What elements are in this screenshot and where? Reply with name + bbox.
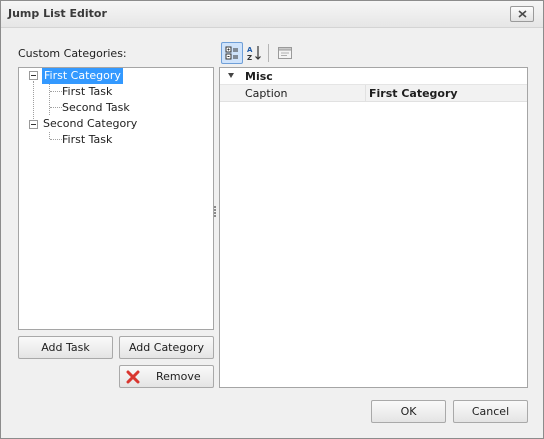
- tree-node-second-task[interactable]: Second Task: [62, 100, 130, 116]
- tree-connector: [50, 107, 62, 108]
- tree-connector: [50, 139, 62, 140]
- tree-connector: [50, 91, 62, 92]
- splitter-grip[interactable]: [214, 206, 217, 220]
- remove-label: Remove: [156, 370, 201, 383]
- add-category-button[interactable]: Add Category: [119, 336, 214, 359]
- property-pages-icon: [278, 47, 292, 59]
- alphabetical-sort-button[interactable]: A Z: [244, 42, 266, 64]
- property-value[interactable]: First Category: [369, 86, 458, 101]
- custom-categories-label: Custom Categories:: [18, 47, 127, 60]
- category-label: Misc: [245, 70, 273, 83]
- property-grid[interactable]: Misc Caption First Category: [219, 67, 528, 388]
- jump-list-editor-window: Jump List Editor Custom Categories: Firs…: [0, 0, 544, 439]
- window-title: Jump List Editor: [8, 7, 107, 20]
- column-divider: [365, 85, 366, 102]
- tree-connector: [49, 132, 50, 139]
- collapse-arrow-icon[interactable]: [228, 73, 234, 78]
- remove-icon: [126, 370, 140, 383]
- property-name: Caption: [245, 87, 288, 100]
- category-row-misc[interactable]: Misc: [220, 68, 527, 85]
- tree-node-first-category[interactable]: First Category: [42, 68, 123, 84]
- toolbar-separator: [268, 44, 269, 62]
- categories-tree[interactable]: First Category First Task Second Task Se…: [18, 67, 214, 330]
- add-task-button[interactable]: Add Task: [18, 336, 113, 359]
- property-row-caption[interactable]: Caption First Category: [220, 85, 527, 102]
- tree-node-first-task[interactable]: First Task: [62, 132, 112, 148]
- ok-button[interactable]: OK: [371, 400, 446, 423]
- remove-button[interactable]: Remove: [119, 365, 214, 388]
- cancel-button[interactable]: Cancel: [453, 400, 528, 423]
- categorized-view-icon: [225, 46, 238, 60]
- tree-connector: [49, 84, 50, 115]
- close-icon: [517, 10, 527, 18]
- collapse-toggle-icon[interactable]: [29, 120, 38, 129]
- tree-node-first-task[interactable]: First Task: [62, 84, 112, 100]
- collapse-toggle-icon[interactable]: [29, 71, 38, 80]
- close-button[interactable]: [510, 6, 534, 22]
- categorized-view-button[interactable]: [221, 42, 243, 64]
- svg-text:Z: Z: [247, 54, 252, 61]
- alphabetical-sort-icon: A Z: [247, 46, 261, 61]
- tree-node-second-category[interactable]: Second Category: [43, 116, 137, 132]
- title-bar[interactable]: Jump List Editor: [1, 1, 543, 28]
- property-pages-button[interactable]: [274, 42, 296, 64]
- property-toolbar: A Z: [220, 41, 528, 65]
- svg-text:A: A: [247, 46, 253, 54]
